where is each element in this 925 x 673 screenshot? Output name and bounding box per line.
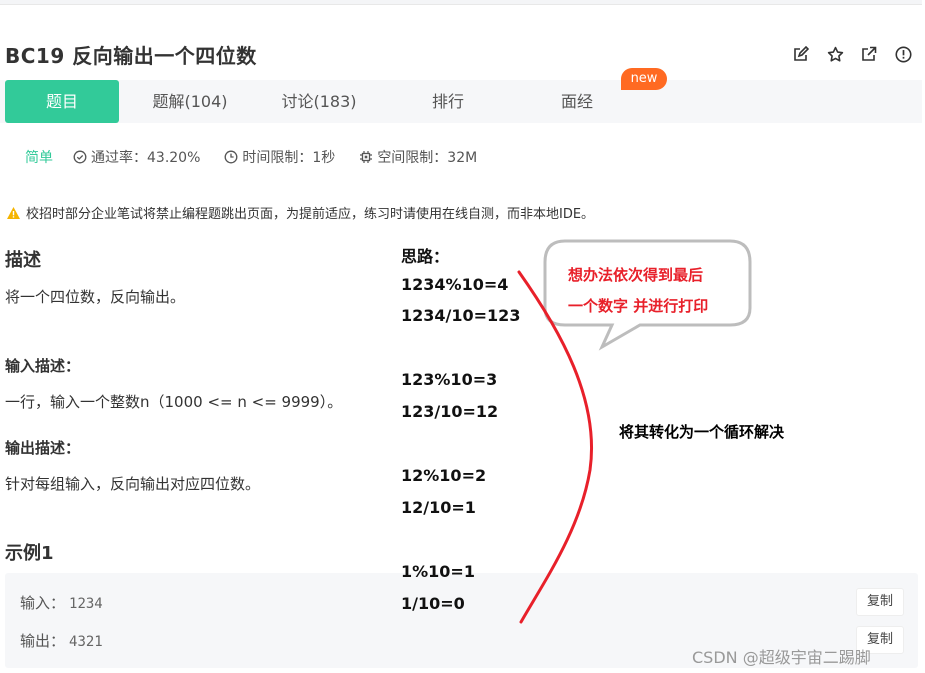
tab-problem[interactable]: 题目: [5, 80, 119, 123]
note-line: 12/10=1: [401, 498, 476, 517]
note-line: 1234%10=4: [401, 275, 509, 294]
watermark: CSDN @超级宇宙二踢脚: [692, 648, 871, 667]
edit-icon[interactable]: [791, 44, 811, 64]
tab-discussion[interactable]: 讨论(183): [262, 80, 376, 123]
top-bar: [0, 0, 922, 5]
warning-text: 校招时部分企业笔试将禁止编程题跳出页面，为提前适应，练习时请使用在线自测，而非本…: [26, 207, 595, 222]
note-line: 12%10=2: [401, 466, 487, 485]
input-heading: 输入描述：: [5, 357, 81, 375]
chip-icon: [360, 151, 373, 163]
check-circle-icon: [73, 150, 87, 164]
example-output-label: 输出：: [20, 632, 66, 650]
pass-rate-text: 通过率：43.20%: [91, 150, 201, 166]
example-heading: 示例1: [5, 543, 54, 564]
time-limit: 时间限制：1秒: [224, 147, 335, 167]
example-input-label: 输入：: [20, 594, 66, 612]
share-icon[interactable]: [859, 44, 879, 64]
pass-rate: 通过率：43.20%: [73, 147, 200, 167]
example-input-value: 1234: [69, 596, 103, 612]
clock-icon: [224, 150, 238, 164]
output-text: 针对每组输入，反向输出对应四位数。: [5, 475, 261, 493]
space-limit: 空间限制：32M: [359, 147, 477, 167]
note-line: 1%10=1: [401, 562, 475, 581]
tab-interview[interactable]: 面经: [520, 80, 634, 123]
red-curve: [517, 270, 593, 624]
description-text: 将一个四位数，反向输出。: [5, 288, 186, 306]
copy-input-button[interactable]: 复制: [856, 588, 904, 616]
star-icon[interactable]: [825, 44, 845, 64]
tab-ranking[interactable]: 排行: [391, 80, 505, 123]
tab-bar: 题目 题解(104) 讨论(183) 排行 面经: [0, 80, 922, 123]
new-badge: new: [621, 68, 667, 90]
warning-notice: 校招时部分企业笔试将禁止编程题跳出页面，为提前适应，练习时请使用在线自测，而非本…: [6, 203, 594, 222]
tab-solutions[interactable]: 题解(104): [133, 80, 247, 123]
warning-icon: [7, 206, 20, 219]
callout-line-2: 一个数字 并进行打印: [568, 297, 709, 315]
info-icon[interactable]: [893, 44, 913, 64]
note-line: 1234/10=123: [401, 306, 521, 325]
note-line: 123%10=3: [401, 370, 498, 389]
notes-title: 思路：: [401, 247, 450, 266]
difficulty-label: 简单: [25, 150, 53, 166]
speech-bubble: [543, 239, 752, 351]
loop-note: 将其转化为一个循环解决: [619, 423, 785, 441]
note-line: 1/10=0: [401, 594, 465, 613]
description-heading: 描述: [5, 250, 41, 271]
time-limit-text: 时间限制：1秒: [242, 150, 336, 166]
example-input: 输入： 1234: [20, 592, 103, 613]
example-output-value: 4321: [69, 634, 103, 650]
input-text: 一行，输入一个整数n（1000 <= n <= 9999）。: [5, 393, 343, 411]
note-line: 123/10=12: [401, 402, 499, 421]
output-heading: 输出描述：: [5, 439, 81, 457]
callout-line-1: 想办法依次得到最后: [568, 266, 704, 284]
problem-meta: 简单 通过率：43.20% 时间限制：1秒 空间限制：32M: [25, 148, 501, 166]
space-limit-text: 空间限制：32M: [377, 150, 478, 166]
header-icons: [791, 44, 913, 64]
example-output: 输出： 4321: [20, 630, 103, 651]
problem-title: BC19 反向输出一个四位数: [5, 44, 257, 68]
